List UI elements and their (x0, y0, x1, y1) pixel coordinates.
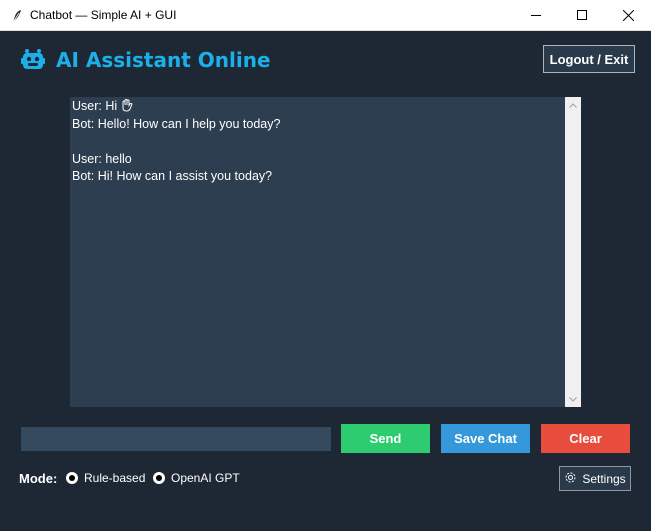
window-title: Chatbot — Simple AI + GUI (30, 8, 177, 22)
feather-icon (10, 8, 24, 23)
scroll-up-icon[interactable] (565, 97, 581, 113)
minimize-button[interactable] (513, 0, 559, 30)
chat-line: Bot: Hello! How can I help you today? (72, 116, 281, 131)
chat-line (72, 133, 563, 151)
scroll-down-icon[interactable] (565, 391, 581, 407)
rule-based-label: Rule-based (84, 471, 146, 485)
app-window: Chatbot — Simple AI + GUI AI Assistant O… (0, 0, 651, 531)
title-bar: Chatbot — Simple AI + GUI (0, 0, 651, 31)
save-chat-button[interactable]: Save Chat (441, 424, 530, 453)
maximize-button[interactable] (559, 0, 605, 30)
chat-display[interactable]: User: Hi Bot: Hello! How can I help you … (70, 97, 565, 407)
chat-line: Bot: Hi! How can I assist you today? (72, 169, 273, 183)
logout-exit-button[interactable]: Logout / Exit (543, 45, 635, 73)
page-title: AI Assistant Online (56, 48, 271, 72)
maximize-icon (577, 10, 587, 20)
robot-icon (20, 47, 46, 73)
mode-label: Mode: (19, 471, 58, 486)
send-button[interactable]: Send (341, 424, 430, 453)
openai-gpt-label: OpenAI GPT (171, 471, 240, 485)
rule-based-radio[interactable] (66, 472, 78, 484)
chat-scrollbar[interactable] (565, 97, 581, 407)
minimize-icon (531, 15, 541, 16)
gear-icon (564, 471, 577, 487)
waving-hand-icon (120, 98, 134, 118)
chat-line: User: Hi (72, 98, 563, 116)
chat-line: User: hello (72, 151, 132, 166)
close-icon (622, 9, 634, 21)
settings-button[interactable]: Settings (559, 466, 631, 491)
clear-button[interactable]: Clear (541, 424, 630, 453)
settings-label: Settings (582, 471, 626, 486)
close-button[interactable] (605, 0, 651, 30)
message-input[interactable] (21, 427, 331, 451)
openai-gpt-radio[interactable] (153, 472, 165, 484)
